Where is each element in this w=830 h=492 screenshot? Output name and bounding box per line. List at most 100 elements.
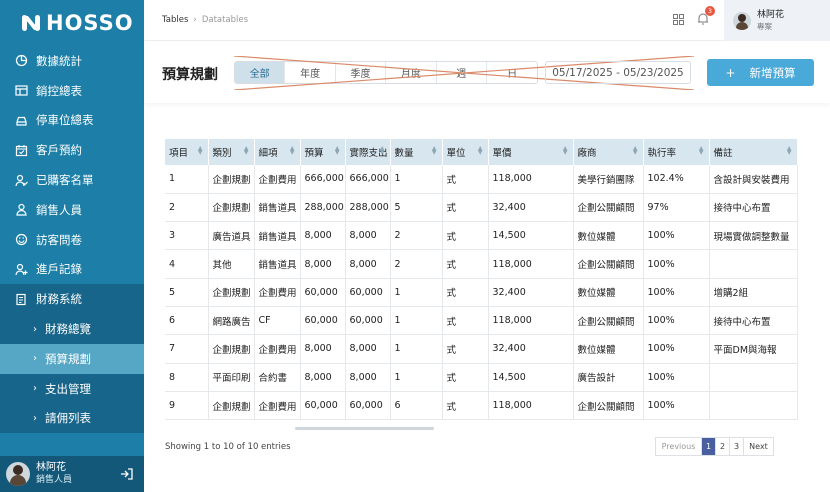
sidebar-item-label: 客戶預約 — [36, 143, 82, 158]
sidebar-item-7[interactable]: 進戶記錄 — [0, 255, 144, 285]
table-row[interactable]: 7 企劃規劃 企劃費用 8,000 8,000 1 式 32,400 數位媒體 100% 平面DM與… — [165, 334, 798, 364]
column-header[interactable]: 單價 ▲ ▼ — [488, 139, 574, 165]
sidebar-item-label: 銷控總表 — [36, 83, 82, 98]
sidebar-item-3[interactable]: 客戶預約 — [0, 135, 144, 165]
table-cell: 廣告道具 — [208, 221, 255, 251]
tab-0[interactable]: 全部 — [235, 62, 286, 83]
table-cell: 100% — [643, 278, 710, 307]
sort-icon: ▲ ▼ — [786, 145, 792, 156]
tab-1[interactable]: 年度 — [285, 62, 336, 83]
table-cell: CF — [254, 306, 301, 336]
table-cell: 式 — [442, 165, 489, 194]
column-header[interactable]: 備註 ▲ ▼ — [709, 139, 798, 165]
pagination-page-2[interactable]: 2 — [716, 438, 730, 455]
sidebar-item-0[interactable]: 數據統計 — [0, 46, 144, 76]
table-cell: 平面DM與海報 — [709, 334, 798, 364]
column-header[interactable]: 類別 ▲ ▼ — [208, 139, 255, 165]
column-header[interactable]: 執行率 ▲ ▼ — [643, 139, 710, 165]
tab-5[interactable]: 日 — [486, 62, 538, 83]
tab-4[interactable]: 週 — [436, 62, 487, 83]
table-cell: 數位媒體 — [573, 278, 644, 307]
pagination-next[interactable]: Next — [744, 438, 773, 455]
entries-info: Showing 1 to 10 of 10 entries — [165, 442, 291, 452]
table-cell: 式 — [442, 278, 489, 307]
table-icon — [15, 85, 28, 96]
table-cell: 式 — [442, 221, 489, 251]
table-cell: 97% — [643, 193, 710, 223]
horizontal-scrollbar[interactable] — [295, 427, 434, 430]
table-cell: 接待中心布置 — [709, 193, 798, 223]
table-cell: 數位媒體 — [573, 334, 644, 364]
table-cell: 8,000 — [300, 334, 346, 364]
table-cell: 60,000 — [345, 278, 391, 307]
sidebar-item-label: 停車位總表 — [36, 113, 94, 128]
sidebar-item-label: 銷售人員 — [36, 202, 82, 217]
table-row[interactable]: 8 平面印刷 合約書 8,000 8,000 1 式 14,500 廣告設計 100% — [165, 363, 798, 392]
column-header[interactable]: 細項 ▲ ▼ — [254, 139, 301, 165]
sidebar-subitem-label: 財務總覽 — [45, 322, 91, 337]
car-icon — [16, 116, 27, 126]
sidebar-subitem-2[interactable]: › 支出管理 — [0, 373, 144, 404]
table-row[interactable]: 6 網路廣告 CF 60,000 60,000 1 式 118,000 企劃公關顧問 100% 接待… — [165, 306, 798, 336]
table-cell: 8,000 — [300, 249, 346, 279]
table-cell: 平面印刷 — [208, 363, 255, 392]
sort-icon: ▲ ▼ — [431, 145, 437, 156]
table-cell: 企劃規劃 — [208, 391, 255, 421]
tab-2[interactable]: 季度 — [335, 62, 387, 83]
table-cell: 企劃規劃 — [208, 193, 255, 223]
table-cell: 60,000 — [345, 306, 391, 336]
table-cell: 1 — [390, 278, 443, 307]
add-budget-button[interactable]: + 新增預算 — [707, 59, 814, 86]
sidebar: HOSSO 數據統計銷控總表停車位總表客戶預約已購客名單銷售人員訪客問卷 進戶記錄… — [0, 0, 144, 492]
table-cell: 合約書 — [254, 363, 301, 392]
table-row[interactable]: 3 廣告道具 銷售道具 8,000 8,000 2 式 14,500 數位媒體 100% 現場實做調… — [165, 221, 798, 251]
add-budget-label: 新增預算 — [749, 65, 796, 80]
sidebar-subitem-0[interactable]: › 財務總覽 — [0, 314, 144, 344]
notification-badge: 3 — [705, 6, 715, 16]
table-cell — [709, 249, 798, 279]
breadcrumb-root[interactable]: Tables — [162, 15, 188, 25]
table-row[interactable]: 5 企劃規劃 企劃費用 60,000 60,000 1 式 32,400 數位媒體 100% 增購2… — [165, 278, 798, 307]
sort-icon: ▲ ▼ — [379, 145, 385, 156]
date-range-input[interactable]: 05/17/2025 - 05/23/2025 — [545, 61, 691, 84]
sidebar-user-name: 林阿花 — [36, 462, 66, 473]
column-header[interactable]: 數量 ▲ ▼ — [390, 139, 443, 165]
column-header[interactable]: 預算 ▲ ▼ — [300, 139, 346, 165]
logo[interactable]: HOSSO — [0, 0, 144, 46]
header-user-role: 專案 — [757, 21, 772, 31]
column-header-label: 單位 — [446, 148, 466, 159]
sidebar-item-1[interactable]: 銷控總表 — [0, 76, 144, 106]
header-user-menu[interactable]: 林阿花 專案 — [724, 0, 830, 41]
sidebar-item-6[interactable]: 訪客問卷 — [0, 225, 144, 255]
column-header[interactable]: 廠商 ▲ ▼ — [573, 139, 644, 165]
pagination-page-3[interactable]: 3 — [730, 438, 744, 455]
table-cell: 銷售道具 — [254, 193, 301, 223]
table-cell: 2 — [390, 221, 443, 251]
column-header[interactable]: 項目 ▲ ▼ — [165, 139, 209, 165]
sidebar-subitem-1[interactable]: › 預算規劃 — [0, 343, 144, 374]
sidebar-item-4[interactable]: 已購客名單 — [0, 165, 144, 195]
table-cell: 銷售道具 — [254, 221, 301, 251]
sidebar-item-2[interactable]: 停車位總表 — [0, 106, 144, 136]
column-header[interactable]: 單位 ▲ ▼ — [442, 139, 489, 165]
column-header[interactable]: 實際支出 ▲ ▼ — [345, 139, 391, 165]
table-row[interactable]: 4 其他 銷售道具 8,000 8,000 2 式 118,000 企劃公關顧問 100% — [165, 249, 798, 279]
apps-grid-icon[interactable] — [673, 14, 684, 25]
sidebar-subitem-3[interactable]: › 請佣列表 — [0, 403, 144, 434]
table-cell: 廣告設計 — [573, 363, 644, 392]
table-row[interactable]: 1 企劃規劃 企劃費用 666,000 666,000 1 式 118,000 美學行銷團隊 10… — [165, 165, 798, 194]
table-row[interactable]: 2 企劃規劃 銷售道具 288,000 288,000 5 式 32,400 企劃公關顧問 97%… — [165, 193, 798, 223]
sidebar-item-8[interactable]: 財務系統 — [0, 284, 144, 315]
logout-icon[interactable] — [120, 467, 134, 481]
sidebar-item-5[interactable]: 銷售人員 — [0, 195, 144, 225]
tab-3[interactable]: 月度 — [386, 62, 437, 83]
table-cell: 式 — [442, 334, 489, 364]
sort-icon: ▲ ▼ — [698, 145, 704, 156]
table-row[interactable]: 9 企劃規劃 企劃費用 60,000 60,000 6 式 118,000 企劃公關顧問 100% — [165, 391, 798, 421]
pagination-previous[interactable]: Previous — [656, 438, 702, 455]
table-cell: 4 — [165, 249, 209, 279]
sidebar-nav: 數據統計銷控總表停車位總表客戶預約已購客名單銷售人員訪客問卷 進戶記錄 財務系統 › 財… — [0, 46, 144, 434]
table-cell: 式 — [442, 249, 489, 279]
column-header-label: 執行率 — [647, 148, 677, 159]
pagination-page-1[interactable]: 1 — [702, 438, 716, 455]
